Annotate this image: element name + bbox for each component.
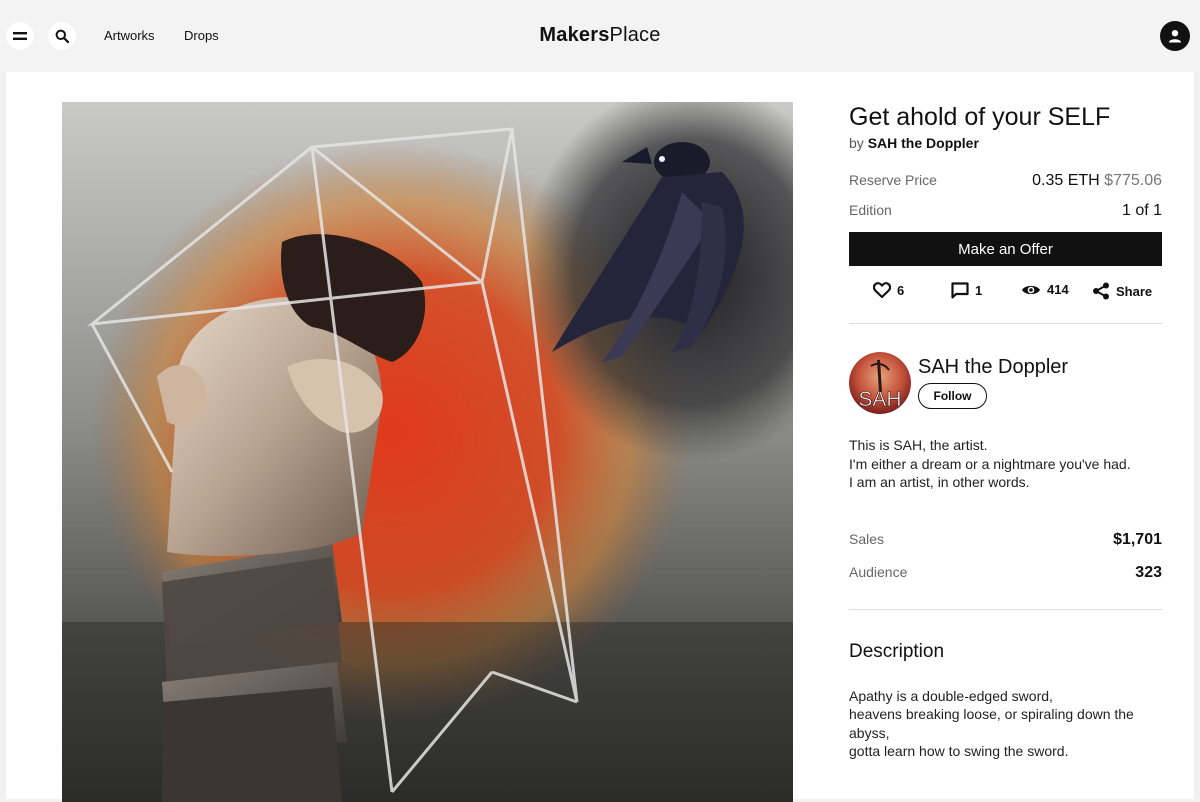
sales-value: $1,701 [1113,530,1162,548]
description-line: Apathy is a double-edged sword, [849,687,1053,704]
divider [849,608,1162,610]
reserve-price-usd: $775.06 [1104,172,1162,189]
artist-avatar[interactable]: SAH [849,352,911,414]
sales-row: Sales $1,701 [849,531,1162,549]
view-count: 414 [1047,282,1069,297]
edition-row: Edition 1 of 1 [849,202,1162,220]
user-icon [1169,30,1181,43]
eye-icon [1022,285,1040,294]
description-line: heavens breaking loose, or spiraling dow… [849,706,1134,722]
brand-logo[interactable]: MakersPlace [0,24,1200,47]
artist-name[interactable]: SAH the Doppler [918,356,1068,379]
share-label: Share [1116,283,1153,299]
audience-value: 323 [1135,563,1162,581]
artwork-detail-card: Get ahold of your SELF by SAH the Dopple… [6,72,1194,802]
artist-profile: SAH SAH the Doppler Follow [849,352,1162,414]
comment-icon [951,282,969,299]
artwork-painting [62,102,793,802]
artwork-image[interactable] [62,102,793,802]
comment-button[interactable]: 1 [951,282,982,299]
reserve-price-value: 0.35 ETH $775.06 [1032,172,1162,190]
edition-label: Edition [849,202,892,218]
reserve-price-row: Reserve Price 0.35 ETH $775.06 [849,172,1162,190]
artwork-title: Get ahold of your SELF [849,103,1111,131]
top-navigation: Artworks Drops MakersPlace [0,0,1200,72]
heart-icon [873,282,891,298]
views-indicator: 414 [1021,282,1069,297]
byline-prefix: by [849,135,864,151]
avatar-image: SAH [849,352,911,414]
reserve-price-eth: 0.35 ETH [1032,172,1100,189]
like-count: 6 [897,282,905,298]
divider [849,323,1162,324]
reserve-price-label: Reserve Price [849,172,937,188]
bio-line: I'm either a dream or a nightmare you've… [849,455,1131,472]
account-button[interactable] [1160,21,1190,51]
artist-link[interactable]: SAH the Doppler [868,135,979,151]
description-text: Apathy is a double-edged sword, heavens … [849,687,1162,761]
share-icon [1093,282,1109,300]
artwork-byline: by SAH the Doppler [849,135,1162,151]
edition-value: 1 of 1 [1121,202,1162,219]
description-line: abyss, [849,724,890,741]
share-button[interactable]: Share [1092,282,1152,300]
comment-count: 1 [975,283,983,298]
artist-info: SAH the Doppler Follow [918,352,1068,409]
audience-label: Audience [849,563,908,580]
avatar-text: SAH [858,388,901,411]
audience-row: Audience 323 [849,564,1162,582]
sales-label: Sales [849,530,885,547]
description-heading: Description [849,640,945,662]
like-button[interactable]: 6 [873,282,904,298]
bio-line: I am an artist, in other words. [849,474,1030,490]
brand-logo-bold: Makers [539,24,610,46]
bio-line: This is SAH, the artist. [849,437,988,453]
brand-logo-regular: Place [609,24,661,46]
follow-button[interactable]: Follow [918,383,987,409]
details-panel: Get ahold of your SELF by SAH the Dopple… [849,102,1162,761]
artist-bio: This is SAH, the artist. I'm either a dr… [849,436,1162,492]
artwork-actions: 6 1 414 Share [849,282,1162,304]
make-offer-button[interactable]: Make an Offer [849,232,1162,266]
description-line: gotta learn how to swing the sword. [849,743,1069,759]
